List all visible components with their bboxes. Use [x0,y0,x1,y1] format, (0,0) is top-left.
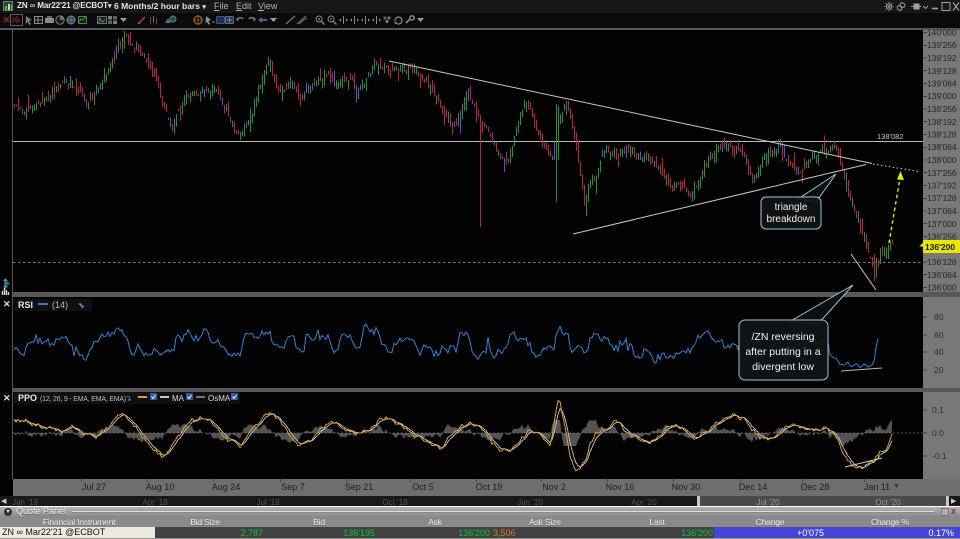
svg-text:⬊: ⬊ [78,301,85,310]
svg-text:137'128: 137'128 [927,193,957,203]
svg-text:after putting in a: after putting in a [745,346,820,358]
svg-text:136'200: 136'200 [925,242,955,252]
svg-text:↴: ↴ [125,394,132,403]
svg-text:(12, 26, 9 - EMA, EMA, EMA): (12, 26, 9 - EMA, EMA, EMA) [40,396,126,403]
svg-text:MA: MA [172,394,185,403]
svg-text:60: 60 [934,330,944,340]
svg-text:(14): (14) [52,300,68,310]
svg-text:✕: ✕ [3,299,11,309]
svg-text:139'256: 139'256 [927,40,957,50]
svg-text:138'082: 138'082 [877,132,903,141]
svg-text:breakdown: breakdown [767,214,816,225]
svg-text:138'064: 138'064 [927,142,957,152]
svg-text:40: 40 [934,347,944,357]
svg-text:136'064: 136'064 [927,270,957,280]
svg-text:137'192: 137'192 [927,181,957,191]
svg-text:136'000: 136'000 [927,283,957,293]
svg-text:triangle: triangle [775,202,808,213]
svg-text:137'256: 137'256 [927,168,957,178]
svg-text:138'128: 138'128 [927,130,957,140]
svg-text:OsMA: OsMA [208,394,231,403]
svg-text:80: 80 [934,312,944,322]
svg-text:RSI: RSI [18,300,33,310]
svg-text:137'064: 137'064 [927,206,957,216]
svg-text:0.0: 0.0 [932,428,944,438]
svg-text:139'064: 139'064 [927,79,957,89]
svg-text:divergent low: divergent low [752,361,814,373]
svg-text:138'256: 138'256 [927,104,957,114]
svg-text:139'000: 139'000 [927,91,957,101]
svg-text:✕: ✕ [3,393,11,403]
svg-text:136'128: 136'128 [927,257,957,267]
svg-text:0.1: 0.1 [932,405,944,415]
svg-text:/ZN reversing: /ZN reversing [751,331,814,343]
svg-text:138'000: 138'000 [927,155,957,165]
svg-text:140'000: 140'000 [927,28,957,38]
svg-text:139'192: 139'192 [927,53,957,63]
svg-text:139'128: 139'128 [927,66,957,76]
svg-text:20: 20 [934,365,944,375]
svg-text:137'000: 137'000 [927,219,957,229]
svg-text:PPO: PPO [18,393,37,403]
svg-text:138'192: 138'192 [927,117,957,127]
svg-text:-0.1: -0.1 [932,451,947,461]
